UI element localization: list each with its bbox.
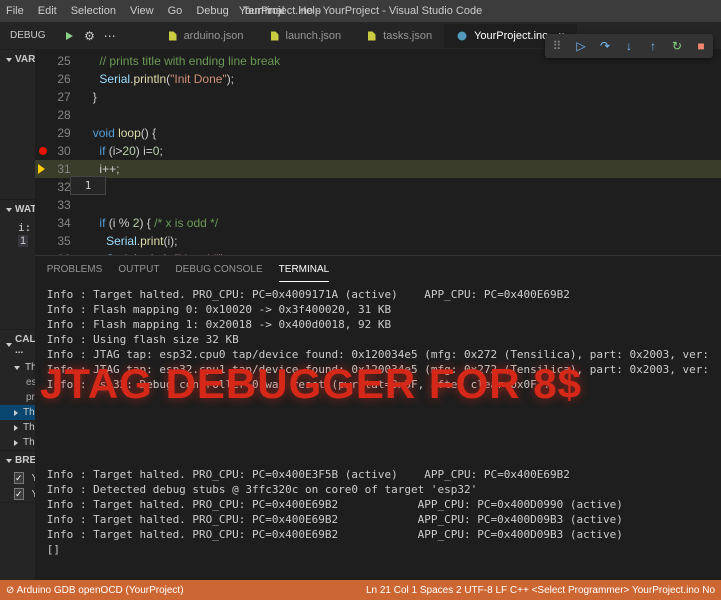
breakpoint-item[interactable]: ✓YourProject.i...30 [0, 486, 35, 502]
bp-body: ✓YourProject.i...21✓YourProject.i...30 [0, 470, 35, 502]
threads-body: Thread #1073511932esp_vApplicationWaitpr… [0, 360, 35, 450]
watch-item[interactable]: i: 1 [18, 221, 29, 247]
gutter[interactable]: 252627282930313233343536 [35, 50, 85, 255]
menu-selection[interactable]: Selection [65, 5, 122, 17]
json-icon [166, 30, 178, 42]
debug-config-button[interactable]: ⚙ [82, 28, 98, 44]
step-out-button[interactable]: ↑ [645, 38, 661, 54]
thread-item[interactable]: esp_vApplicationWait [0, 375, 35, 390]
step-into-button[interactable]: ↓ [621, 38, 637, 54]
status-left[interactable]: ⊘ Arduino GDB openOCD (YourProject) [6, 585, 184, 596]
menu-file[interactable]: File [0, 5, 30, 17]
json-icon [365, 30, 377, 42]
tab-launch.json[interactable]: launch.json [256, 24, 354, 48]
code[interactable]: // prints title with ending line break S… [85, 50, 721, 255]
current-line-icon [38, 164, 45, 174]
variables-header[interactable]: Variables [0, 50, 35, 69]
panel-tab-terminal[interactable]: Terminal [279, 258, 330, 282]
grip-icon[interactable]: ⠿ [549, 38, 565, 54]
panel-tab-debug-console[interactable]: Debug Console [175, 258, 262, 281]
editor-area: 252627282930313233343536 // prints title… [35, 50, 721, 580]
overlay-banner: JTAG DEBUGGER FOR 8$ [40, 360, 582, 408]
thread-item[interactable]: Thread #1073502860 [0, 435, 35, 450]
status-bar[interactable]: ⊘ Arduino GDB openOCD (YourProject) Ln 2… [0, 580, 721, 600]
status-right[interactable]: Ln 21 Col 1 Spaces 2 UTF-8 LF C++ <Selec… [366, 585, 715, 596]
debug-start-controls: ⚙ ⋯ [56, 28, 124, 44]
checkbox[interactable]: ✓ [14, 488, 24, 500]
editor-tabs: arduino.jsonlaunch.jsontasks.jsonYourPro… [154, 24, 577, 48]
thread-item[interactable]: Thread #1073511932 [0, 360, 35, 375]
start-debug-button[interactable] [62, 28, 78, 44]
panel-tabs: Problems Output Debug Console Terminal [35, 255, 721, 283]
menu-help[interactable]: Help [292, 5, 327, 17]
menu-terminal[interactable]: Terminal [237, 5, 291, 17]
step-over-button[interactable]: ↷ [597, 38, 613, 54]
menu-debug[interactable]: Debug [190, 5, 234, 17]
callstack-header[interactable]: Call ... [0, 330, 35, 360]
debug-more-button[interactable]: ⋯ [102, 28, 118, 44]
debug-view-label: DEBUG [0, 30, 56, 41]
menu-edit[interactable]: Edit [32, 5, 63, 17]
sidebar: Variables Watch i: 1 Call ... Thread #10… [0, 50, 35, 580]
hover-tooltip: 1 [70, 176, 107, 195]
panel-tab-problems[interactable]: Problems [47, 258, 103, 281]
menu-view[interactable]: View [124, 5, 160, 17]
play-icon [66, 32, 73, 40]
debug-toolbar[interactable]: ⠿ ▷ ↷ ↓ ↑ ↻ ■ [545, 34, 713, 58]
thread-item[interactable]: Thread #1073514624 [0, 420, 35, 435]
title-bar: FileEditSelectionViewGoDebugTerminalHelp… [0, 0, 721, 22]
thread-item[interactable]: Thread #1073510520 [0, 405, 35, 420]
continue-button[interactable]: ▷ [573, 38, 589, 54]
breakpoint-item[interactable]: ✓YourProject.i...21 [0, 470, 35, 486]
breakpoints-header[interactable]: Breakpoints [0, 451, 35, 470]
panel-tab-output[interactable]: Output [118, 258, 159, 281]
menu-bar: FileEditSelectionViewGoDebugTerminalHelp [0, 0, 327, 22]
watch-body: i: 1 [0, 219, 35, 329]
menu-go[interactable]: Go [162, 5, 189, 17]
restart-button[interactable]: ↻ [669, 38, 685, 54]
thread-item[interactable]: prvIdleTask(void * p [0, 390, 35, 405]
stop-button[interactable]: ■ [693, 38, 709, 54]
breakpoint-dot-icon[interactable] [39, 147, 47, 155]
watch-header[interactable]: Watch [0, 200, 35, 219]
tab-tasks.json[interactable]: tasks.json [353, 24, 444, 48]
terminal[interactable]: Info : Target halted. PRO_CPU: PC=0x4009… [35, 283, 721, 580]
json-icon [268, 30, 280, 42]
tab-arduino.json[interactable]: arduino.json [154, 24, 256, 48]
checkbox[interactable]: ✓ [14, 472, 24, 484]
ino-icon [456, 30, 468, 42]
